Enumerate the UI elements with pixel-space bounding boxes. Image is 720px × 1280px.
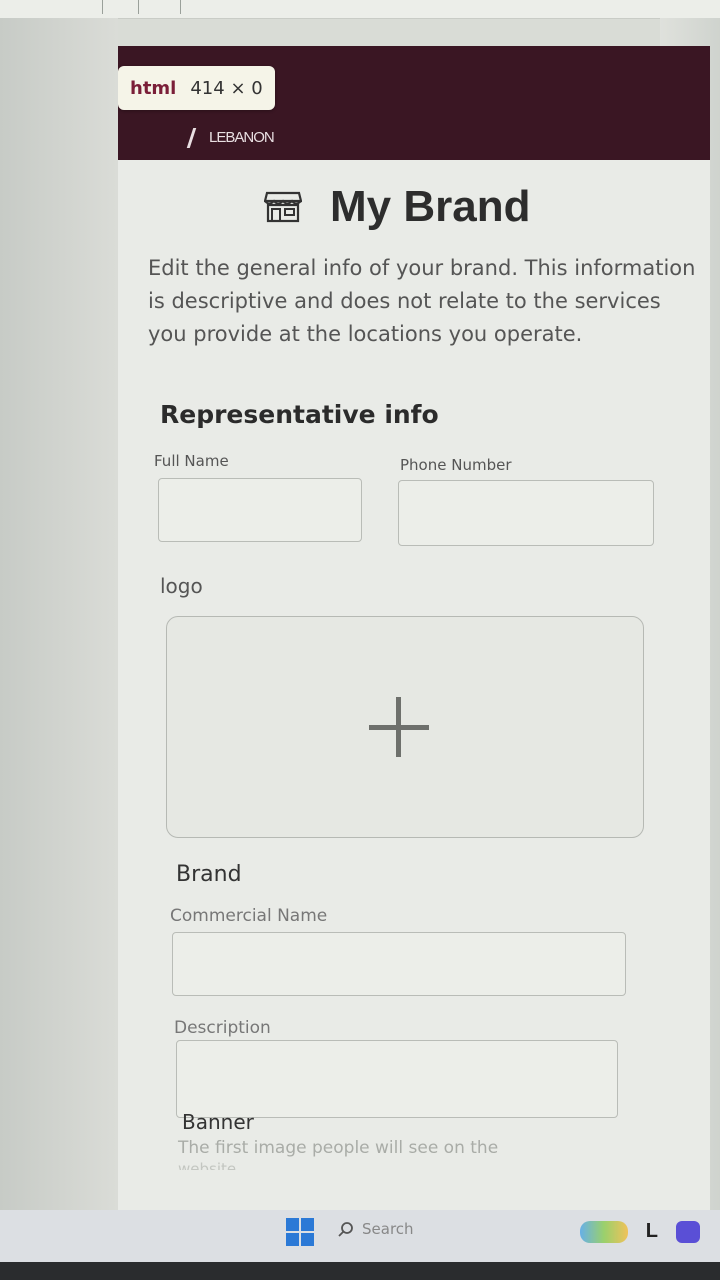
full-name-field[interactable]	[158, 478, 362, 542]
monitor-bottom-edge	[0, 1262, 720, 1280]
commercial-name-field[interactable]	[172, 932, 626, 996]
store-icon	[264, 191, 302, 223]
divider	[102, 0, 103, 14]
taskbar-search[interactable]: Search	[338, 1220, 414, 1238]
tooltip-tag: html	[130, 77, 177, 99]
widgets-icon[interactable]	[579, 1220, 628, 1243]
logo-label: logo	[160, 574, 203, 598]
commercial-name-label: Commercial Name	[170, 906, 328, 926]
brand-page: LEBANON html 414 × 0 My Brand Edit the g…	[118, 46, 710, 1240]
browser-top-strip	[0, 0, 720, 19]
divider	[180, 0, 181, 14]
taskbar-tray: L	[579, 1220, 700, 1243]
description-field[interactable]	[176, 1040, 618, 1118]
divider	[138, 0, 139, 14]
phone-number-field[interactable]	[398, 480, 654, 546]
app-icon[interactable]: L	[646, 1220, 658, 1243]
logo-mark-icon	[186, 128, 207, 148]
logo-upload-area[interactable]	[166, 616, 644, 838]
windows-start-icon[interactable]	[286, 1218, 314, 1246]
banner-section-title: Banner	[182, 1110, 254, 1134]
devtools-element-tooltip: html 414 × 0	[118, 66, 275, 110]
page-intro: Edit the general info of your brand. Thi…	[148, 256, 696, 346]
brand-section-title: Brand	[176, 862, 242, 887]
tooltip-size: 414 × 0	[190, 77, 263, 99]
search-label: Search	[362, 1220, 414, 1238]
page-title-row: My Brand	[264, 182, 530, 232]
page-title: My Brand	[330, 182, 531, 231]
search-icon	[338, 1222, 353, 1237]
brand-logo[interactable]: LEBANON	[186, 128, 275, 148]
phone-number-label: Phone Number	[400, 456, 512, 474]
description-label: Description	[174, 1018, 271, 1038]
banner-subtitle-continued: website	[178, 1160, 237, 1170]
full-name-label: Full Name	[154, 452, 229, 470]
banner-subtitle: The first image people will see on the	[178, 1138, 499, 1158]
plus-icon-vertical	[396, 697, 401, 757]
chat-icon[interactable]	[676, 1220, 700, 1243]
representative-section-title: Representative info	[160, 400, 439, 429]
screen-left-area	[0, 18, 118, 1240]
taskbar: Search L	[0, 1210, 720, 1262]
